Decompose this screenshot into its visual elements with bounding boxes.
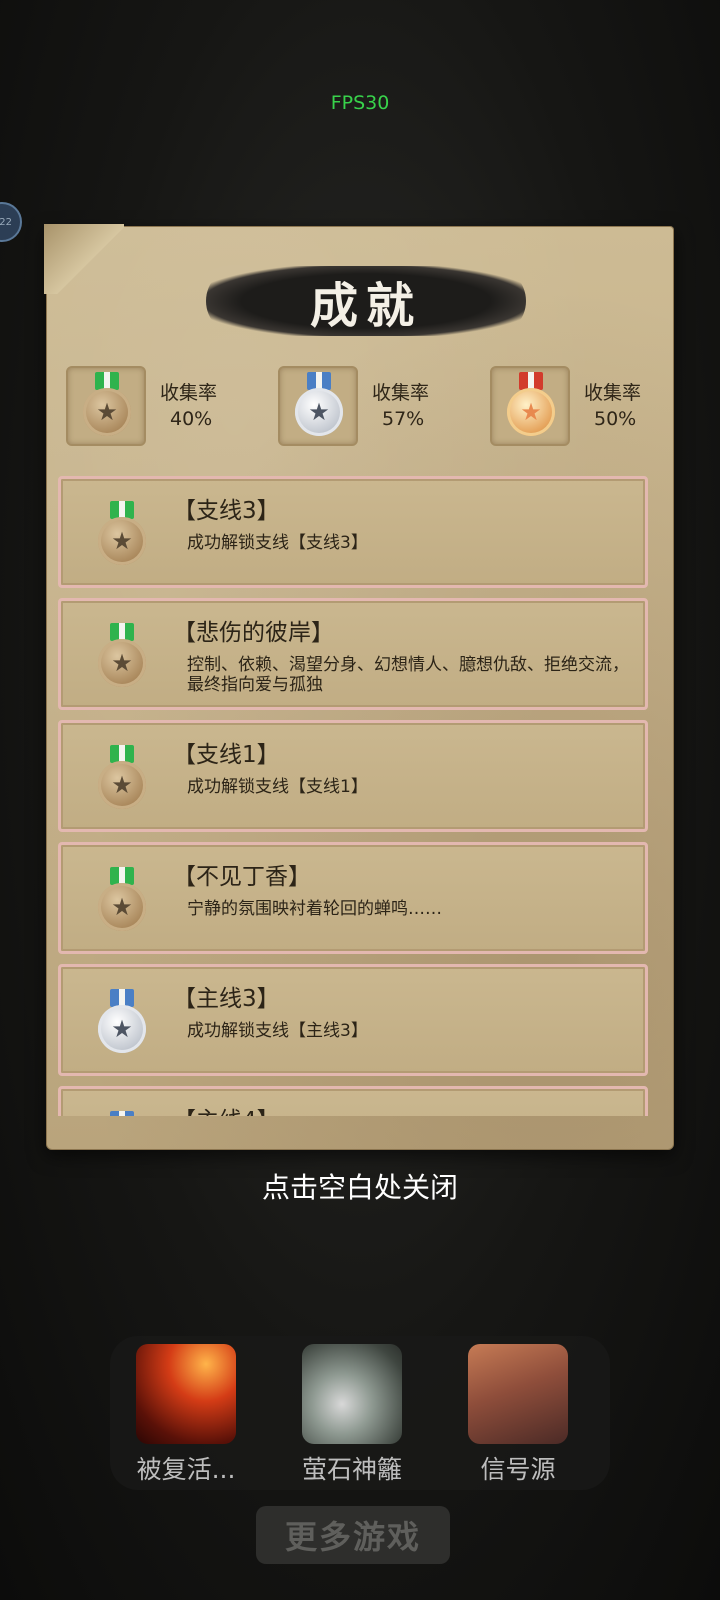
more-games-bar: 被复活... 萤石神籬 信号源 — [110, 1336, 610, 1490]
game-card[interactable]: 萤石神籬 — [286, 1344, 418, 1484]
achievement-name: 【主线4】 — [173, 1101, 280, 1116]
achievement-item[interactable]: ★ 【主线3】 成功解锁支线【主线3】 — [58, 964, 648, 1076]
close-hint: 点击空白处关闭 — [261, 1171, 458, 1204]
star-icon: ★ — [98, 761, 146, 809]
game-thumbnail[interactable] — [136, 1344, 236, 1444]
star-icon: ★ — [295, 388, 343, 436]
achievement-name: 【主线3】 — [173, 986, 280, 1012]
achievement-desc: 宁静的氛围映衬着轮回的蝉鸣…… — [187, 899, 442, 919]
stat-value: 40% — [170, 408, 213, 430]
achievement-list[interactable]: ★ 【支线3】 成功解锁支线【支线3】 ★ 【悲伤的彼岸】 控制、依赖、渴望分身… — [58, 476, 648, 1116]
bronze-medal-icon: ★ — [95, 867, 149, 937]
achievement-desc: 成功解锁支线【支线1】 — [187, 777, 368, 797]
game-card[interactable]: 被复活... — [120, 1344, 252, 1484]
achievement-item[interactable]: ★ 【不见丁香】 宁静的氛围映衬着轮回的蝉鸣…… — [58, 842, 648, 954]
achievement-name: 【支线3】 — [173, 498, 280, 524]
silver-medal-icon: ★ — [292, 372, 346, 442]
star-icon: ★ — [83, 388, 131, 436]
achievement-name: 【悲伤的彼岸】 — [173, 620, 334, 646]
silver-medal-icon: ★ — [95, 989, 149, 1059]
achievement-item[interactable]: ★ 【主线4】 — [58, 1086, 648, 1116]
achievements-panel: 成就 ★ 收集率 40% ★ 收集率 57% ★ 收集率 50% ★ 【支线3】… — [44, 224, 674, 1150]
star-icon: ★ — [98, 639, 146, 687]
page-curl-decoration — [44, 224, 124, 294]
medal-frame: ★ — [66, 366, 146, 446]
achievement-name: 【不见丁香】 — [173, 864, 311, 890]
bronze-medal-icon: ★ — [95, 623, 149, 693]
more-games-button[interactable]: 更多游戏 — [256, 1506, 450, 1564]
achievement-desc: 成功解锁支线【支线3】 — [187, 533, 368, 553]
game-thumbnail[interactable] — [302, 1344, 402, 1444]
panel-title: 成就 — [309, 278, 422, 334]
side-bubble[interactable]: 22 — [0, 202, 22, 242]
achievement-name: 【支线1】 — [173, 742, 280, 768]
gold-medal-icon: ★ — [504, 372, 558, 442]
game-name: 信号源 — [480, 1455, 556, 1484]
game-thumbnail[interactable] — [468, 1344, 568, 1444]
achievement-desc: 控制、依赖、渴望分身、幻想情人、臆想仇敌、拒绝交流，最终指向爱与孤独 — [187, 655, 629, 695]
game-name: 萤石神籬 — [301, 1455, 402, 1484]
stat-gold: ★ 收集率 50% — [490, 366, 690, 450]
star-icon: ★ — [98, 883, 146, 931]
stat-label: 收集率 — [372, 382, 430, 404]
medal-frame: ★ — [278, 366, 358, 446]
ribbon — [110, 1111, 134, 1116]
stat-label: 收集率 — [584, 382, 642, 404]
stat-label: 收集率 — [160, 382, 218, 404]
bronze-medal-icon: ★ — [95, 501, 149, 571]
star-icon: ★ — [507, 388, 555, 436]
stat-bronze: ★ 收集率 40% — [66, 366, 266, 450]
bronze-medal-icon: ★ — [95, 745, 149, 815]
star-icon: ★ — [98, 1005, 146, 1053]
achievement-item[interactable]: ★ 【支线1】 成功解锁支线【支线1】 — [58, 720, 648, 832]
game-name: 被复活... — [136, 1455, 236, 1484]
achievement-desc: 成功解锁支线【主线3】 — [187, 1021, 368, 1041]
silver-medal-icon: ★ — [95, 1111, 149, 1116]
star-icon: ★ — [98, 517, 146, 565]
stat-value: 57% — [382, 408, 425, 430]
bronze-medal-icon: ★ — [80, 372, 134, 442]
game-card[interactable]: 信号源 — [452, 1344, 584, 1484]
fps-counter: FPS30 — [330, 92, 390, 114]
medal-frame: ★ — [490, 366, 570, 446]
stat-silver: ★ 收集率 57% — [278, 366, 478, 450]
achievement-item[interactable]: ★ 【悲伤的彼岸】 控制、依赖、渴望分身、幻想情人、臆想仇敌、拒绝交流，最终指向… — [58, 598, 648, 710]
achievement-item[interactable]: ★ 【支线3】 成功解锁支线【支线3】 — [58, 476, 648, 588]
collection-stats: ★ 收集率 40% ★ 收集率 57% ★ 收集率 50% — [66, 366, 666, 450]
side-bubble-count: 22 — [0, 216, 12, 228]
stat-value: 50% — [594, 408, 637, 430]
